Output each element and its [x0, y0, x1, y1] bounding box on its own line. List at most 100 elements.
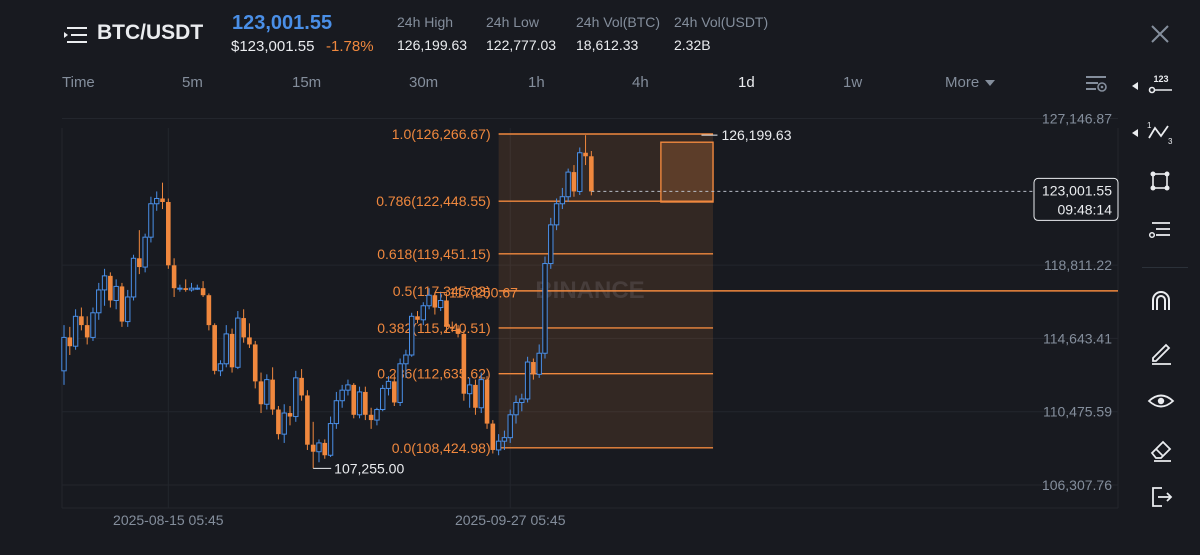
candle-body: [61, 336, 67, 372]
price-line-icon[interactable]: 123: [1144, 70, 1178, 104]
candle-body: [299, 377, 304, 396]
candle-body: [241, 318, 246, 338]
tab-30m[interactable]: 30m: [409, 74, 438, 91]
chart-settings-icon[interactable]: [1084, 72, 1108, 94]
candle-body: [449, 326, 455, 329]
candle-body: [415, 316, 420, 320]
candle-body: [583, 152, 588, 157]
candle-body: [548, 224, 554, 265]
drawing-toolbar: 123 3 1: [1130, 66, 1200, 555]
eraser-icon[interactable]: [1144, 432, 1178, 466]
candle-body: [327, 423, 334, 456]
candle-body: [258, 381, 264, 405]
candle-body: [194, 287, 200, 290]
rectangle-tool-icon[interactable]: [1144, 164, 1178, 198]
candle-body: [466, 384, 473, 395]
stat-value: 2.32B: [674, 37, 711, 53]
candle-body: [392, 381, 397, 403]
candle-body: [444, 300, 449, 327]
candle-body: [67, 337, 73, 347]
candle-body: [507, 414, 513, 439]
tab-more[interactable]: More: [945, 74, 996, 91]
price-change-percent: -1.78%: [326, 38, 374, 55]
eye-icon[interactable]: [1144, 384, 1178, 418]
candle-body: [490, 423, 496, 450]
chevron-down-icon: [985, 80, 996, 87]
candle-body: [264, 379, 270, 405]
stat-value: 126,199.63: [397, 37, 468, 53]
indicator-settings-icon[interactable]: [1144, 212, 1178, 246]
candle-body: [571, 172, 577, 192]
candle-body: [137, 258, 142, 268]
close-icon[interactable]: [1148, 22, 1172, 46]
candle-body: [79, 316, 84, 326]
stat-24h-vol-btc: 24h Vol(BTC) 18,612.33: [576, 14, 660, 53]
candle-body: [397, 363, 403, 403]
exit-icon[interactable]: [1144, 480, 1178, 514]
candle-body: [148, 203, 154, 238]
candle-body: [368, 414, 374, 421]
candlestick-chart[interactable]: BINANCE 1.0(126,266.67)0.786(122,448.55)…: [0, 100, 1130, 530]
candle-body: [426, 294, 432, 307]
y-axis-label: 118,811.22: [1044, 257, 1112, 273]
magnet-icon[interactable]: [1144, 284, 1178, 318]
menu-icon[interactable]: [64, 24, 90, 46]
stat-label: 24h Vol(USDT): [674, 14, 769, 30]
y-axis-label: 110,475.59: [1043, 404, 1112, 420]
candle-body: [108, 275, 113, 301]
candle-body: [125, 296, 131, 323]
candle-body: [380, 387, 386, 411]
candle-body: [409, 315, 415, 356]
candle-body: [577, 152, 583, 192]
tab-5m[interactable]: 5m: [182, 74, 203, 91]
candle-body: [281, 412, 287, 435]
candle-body: [542, 263, 548, 354]
candle-body: [154, 197, 160, 205]
stat-label: 24h Low: [486, 14, 539, 30]
candle-body: [536, 352, 542, 375]
stat-value: 122,777.03: [486, 37, 557, 53]
candle-body: [160, 198, 165, 202]
pencil-icon[interactable]: [1144, 334, 1178, 368]
fib-level-label: 0.786(122,448.55): [376, 193, 490, 209]
tab-time[interactable]: Time: [62, 74, 95, 91]
ticker-header: BTC/USDT 123,001.55 $123,001.55 -1.78% 2…: [0, 0, 1200, 66]
candle-body: [119, 286, 125, 322]
trading-pair[interactable]: BTC/USDT: [97, 21, 203, 45]
candle-body: [142, 236, 148, 268]
candle-body: [235, 317, 241, 368]
candle-body: [287, 413, 293, 417]
candle-body: [113, 285, 119, 301]
tab-1h[interactable]: 1h: [528, 74, 545, 91]
tab-4h[interactable]: 4h: [632, 74, 649, 91]
position-box: [660, 141, 714, 203]
candle-body: [553, 203, 560, 226]
candle-body: [524, 361, 531, 400]
candle-body: [130, 257, 137, 298]
candle-body: [316, 442, 322, 453]
fib-level-label: 0.618(119,451.15): [377, 246, 490, 262]
candle-body: [101, 275, 108, 291]
candle-body: [229, 333, 235, 368]
expand-arrow-icon[interactable]: [1132, 129, 1138, 137]
candle-body: [166, 202, 171, 266]
svg-text:123: 123: [1153, 74, 1168, 84]
trend-wave-icon[interactable]: 3 1: [1144, 116, 1178, 150]
candle-body: [437, 299, 444, 309]
candle-body: [200, 288, 206, 296]
expand-arrow-icon[interactable]: [1132, 82, 1138, 90]
tab-1w[interactable]: 1w: [843, 74, 862, 91]
tab-15m[interactable]: 15m: [292, 74, 321, 91]
svg-text:3: 3: [1168, 137, 1173, 146]
tab-1d[interactable]: 1d: [738, 74, 755, 91]
candle-body: [293, 377, 299, 418]
y-axis-label: 127,146.87: [1042, 111, 1112, 127]
candle-body: [247, 337, 252, 345]
candle-body: [385, 380, 392, 389]
candle-body: [96, 289, 102, 314]
candle-body: [559, 196, 566, 205]
candle-body: [333, 400, 340, 425]
candle-body: [501, 437, 508, 442]
candle-body: [339, 389, 345, 402]
candle-body: [478, 379, 484, 409]
